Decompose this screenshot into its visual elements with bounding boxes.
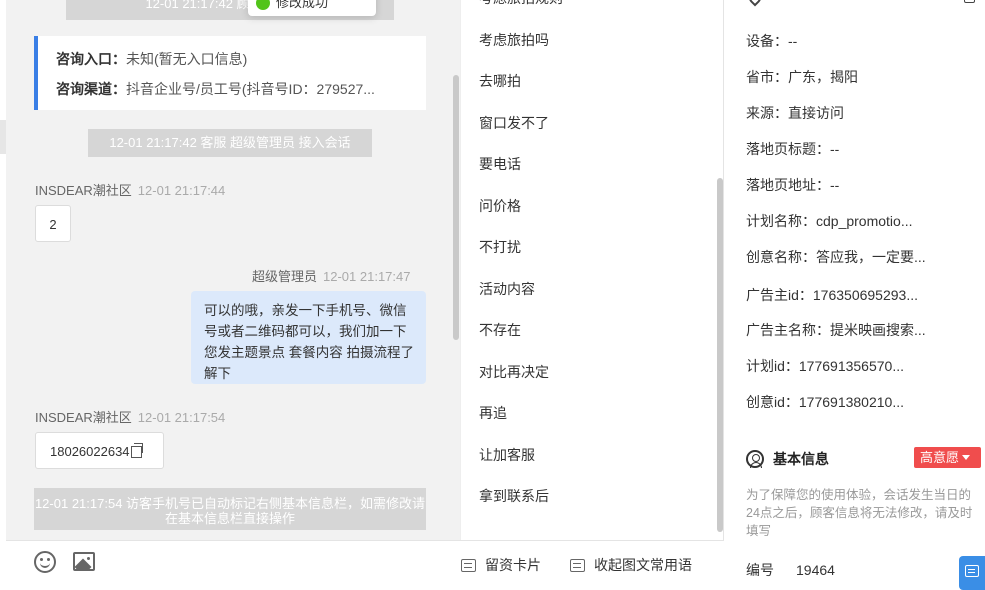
sender-name: 超级管理员	[252, 269, 318, 284]
customer-number-value: 19464	[796, 562, 835, 578]
phrase-item[interactable]: 考虑旅拍规则	[479, 0, 563, 8]
lead-card-label: 留资卡片	[485, 557, 541, 573]
collapse-phrases-button[interactable]: 收起图文常用语	[570, 555, 692, 575]
chat-input-toolbar: 留资卡片 收起图文常用语	[6, 540, 724, 590]
phrase-item[interactable]: 考虑旅拍吗	[479, 30, 549, 50]
consult-channel-value: 抖音企业号/员工号(抖音号ID：279527...	[126, 81, 375, 97]
consult-entry-row: 咨询入口：未知(暂无入口信息)	[56, 49, 416, 79]
basic-info-title: 基本信息	[773, 451, 829, 467]
consult-entry-value: 未知(暂无入口信息)	[126, 51, 248, 67]
basic-info-heading: 基本信息	[746, 449, 829, 469]
message-time: 12-01 21:17:54	[137, 410, 226, 425]
info-device: 设备：--	[746, 33, 798, 49]
chat-transcript[interactable]: 12-01 21:17:42 顾客发起会话 修改成功 咨询入口：未知(暂无入口信…	[6, 0, 460, 590]
phrase-item[interactable]: 拿到联系后	[479, 486, 549, 506]
info-advertiser-id: 广告主id：176350695293...	[746, 287, 918, 303]
location-icon	[746, 0, 764, 7]
chat-workspace: 12-01 21:17:42 顾客发起会话 修改成功 咨询入口：未知(暂无入口信…	[0, 0, 985, 590]
emoji-icon[interactable]	[34, 551, 56, 573]
message-sender-row: 超级管理员 12-01 21:17:47	[252, 266, 410, 285]
agent-joined-notice: 12-01 21:17:42 客服 超级管理员 接入会话	[88, 129, 372, 157]
consult-channel-row: 咨询渠道：抖音企业号/员工号(抖音号ID：279527...	[56, 79, 416, 109]
message-time: 12-01 21:17:47	[323, 269, 411, 284]
lead-card-button[interactable]: 留资卡片	[461, 555, 541, 575]
chat-scrollbar[interactable]	[453, 75, 459, 340]
floating-chat-button[interactable]	[959, 556, 985, 590]
sender-name: INSDEAR潮社区	[35, 410, 132, 425]
consult-channel-label: 咨询渠道：	[56, 81, 126, 97]
quick-phrase-list: 考虑旅拍规则 考虑旅拍吗 去哪拍 窗口发不了 要电话 问价格 不打扰 活动内容 …	[460, 0, 724, 540]
image-icon[interactable]	[73, 552, 95, 571]
auto-mark-notice-text: 12-01 21:17:54 访客手机号已自动标记右侧基本信息栏，如需修改请在基…	[34, 496, 426, 526]
customer-message-bubble[interactable]: 18026022634	[35, 432, 164, 469]
info-plan-name: 计划名称：cdp_promotio...	[746, 213, 913, 229]
customer-message-bubble[interactable]: 2	[35, 205, 71, 242]
info-advertiser-name: 广告主名称：提米映画搜索...	[746, 322, 926, 338]
info-province-city: 省市：广东，揭阳	[746, 69, 858, 85]
phrase-item[interactable]: 对比再决定	[479, 362, 549, 382]
message-sender-row: INSDEAR潮社区 12-01 21:17:44	[35, 180, 225, 199]
success-toast: 修改成功	[248, 0, 376, 16]
message-text: 2	[49, 217, 57, 232]
info-creative-id: 创意id：177691380210...	[746, 394, 904, 410]
consult-info-card: 咨询入口：未知(暂无入口信息) 咨询渠道：抖音企业号/员工号(抖音号ID：279…	[34, 36, 426, 110]
info-plan-id: 计划id：177691356570...	[746, 358, 904, 374]
collapse-phrases-label: 收起图文常用语	[594, 557, 692, 573]
agent-message-bubble[interactable]: 可以的哦，亲发一下手机号、微信号或者二维码都可以，我们加一下您发主题景点 套餐内…	[191, 291, 426, 384]
customer-number-row: 编号 19464	[746, 560, 896, 580]
toast-text: 修改成功	[276, 0, 329, 10]
message-icon	[965, 565, 979, 577]
phrase-item[interactable]: 窗口发不了	[479, 113, 549, 133]
copy-icon[interactable]	[130, 443, 143, 458]
phrase-item[interactable]: 问价格	[479, 196, 521, 216]
caret-down-icon	[962, 455, 971, 460]
phrase-item[interactable]: 再追	[479, 403, 507, 423]
message-text: 可以的哦，亲发一下手机号、微信号或者二维码都可以，我们加一下您发主题景点 套餐内…	[204, 303, 415, 381]
sender-name: INSDEAR潮社区	[35, 183, 132, 198]
edit-icon[interactable]	[964, 0, 975, 3]
info-landing-title: 落地页标题：--	[746, 141, 840, 157]
info-landing-url: 落地页地址：--	[746, 177, 840, 193]
visitor-info-panel: 设备：-- 省市：广东，揭阳 来源：直接访问 落地页标题：-- 落地页地址：--…	[724, 0, 985, 590]
message-time: 12-01 21:17:44	[137, 183, 226, 198]
info-creative-name: 创意名称：答应我，一定要...	[746, 249, 926, 265]
success-check-icon	[256, 0, 270, 10]
intent-level-dropdown[interactable]: 高意愿	[914, 447, 981, 468]
info-source: 来源：直接访问	[746, 105, 844, 121]
customer-number-label: 编号	[746, 562, 774, 578]
phrase-item[interactable]: 不存在	[479, 320, 521, 340]
phrase-item[interactable]: 要电话	[479, 154, 521, 174]
message-text: 18026022634	[50, 444, 130, 459]
intent-level-label: 高意愿	[920, 450, 960, 465]
user-icon	[746, 450, 764, 468]
card-icon	[461, 559, 476, 572]
text-image-icon	[570, 559, 585, 572]
phrase-item[interactable]: 不打扰	[479, 237, 521, 257]
auto-mark-notice: 12-01 21:17:54 访客手机号已自动标记右侧基本信息栏，如需修改请在基…	[34, 488, 426, 530]
edit-deadline-note: 为了保障您的使用体验，会话发生当日的24点之后，顾客信息将无法修改，请及时填写	[746, 488, 973, 538]
phrase-item[interactable]: 活动内容	[479, 279, 535, 299]
phrase-item[interactable]: 让加客服	[479, 445, 535, 465]
phrase-item[interactable]: 去哪拍	[479, 71, 521, 91]
message-sender-row: INSDEAR潮社区 12-01 21:17:54	[35, 407, 225, 426]
consult-entry-label: 咨询入口：	[56, 51, 126, 67]
